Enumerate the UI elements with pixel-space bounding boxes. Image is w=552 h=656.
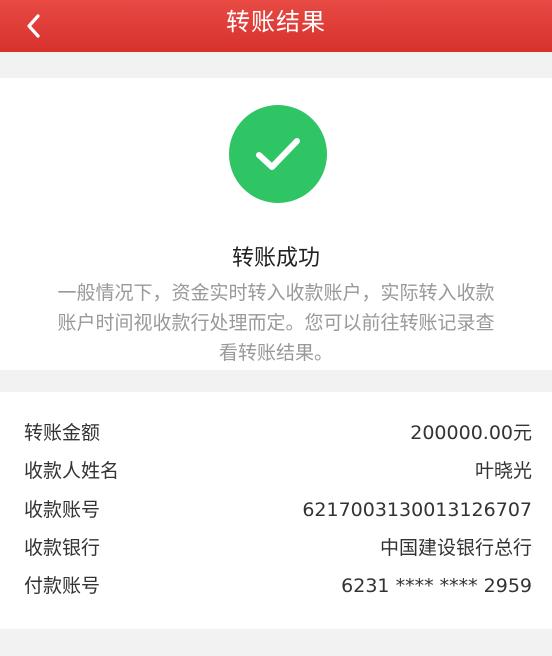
detail-label: 转账金额 [24, 422, 101, 444]
detail-row-payee-bank: 收款银行 中国建设银行总行 [0, 529, 552, 567]
header-bar: 转账结果 [0, 0, 552, 52]
detail-value: 6231 **** **** 2959 [341, 575, 532, 597]
detail-value: 中国建设银行总行 [379, 537, 532, 559]
detail-label: 收款账号 [24, 499, 101, 521]
detail-row-payee-account: 收款账号 6217003130013126707 [0, 491, 552, 529]
detail-value: 6217003130013126707 [302, 499, 532, 521]
result-description: 一般情况下，资金实时转入收款账户，实际转入收款账户时间视收款行处理而定。您可以前… [57, 282, 495, 364]
detail-value: 叶晓光 [474, 460, 532, 482]
detail-row-payer-account: 付款账号 6231 **** **** 2959 [0, 567, 552, 605]
detail-row-amount: 转账金额 200000.00元 [0, 414, 552, 452]
detail-value: 200000.00元 [410, 422, 532, 444]
page-title: 转账结果 [226, 8, 326, 36]
transfer-details: 转账金额 200000.00元 收款人姓名 叶晓光 收款账号 621700313… [0, 392, 552, 629]
detail-row-payee-name: 收款人姓名 叶晓光 [0, 452, 552, 490]
check-icon [256, 138, 300, 170]
success-badge [229, 105, 327, 203]
detail-label: 收款银行 [24, 537, 101, 559]
result-title: 转账成功 [231, 246, 320, 271]
result-card: 转账成功 一般情况下，资金实时转入收款账户，实际转入收款账户时间视收款行处理而定… [0, 78, 552, 370]
detail-label: 付款账号 [24, 575, 101, 597]
detail-label: 收款人姓名 [24, 460, 120, 482]
